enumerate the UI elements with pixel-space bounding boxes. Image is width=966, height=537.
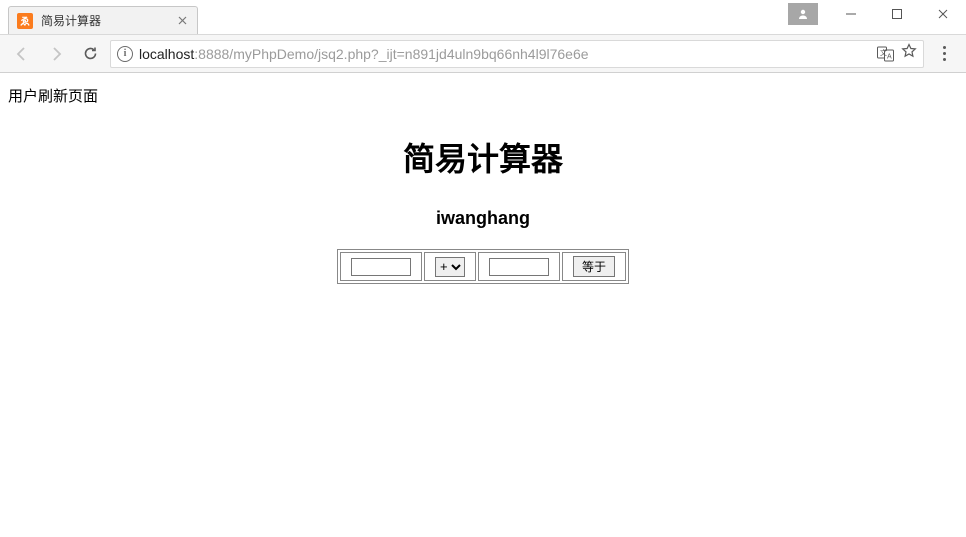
num2-cell: [478, 252, 560, 281]
maximize-icon: [891, 8, 903, 20]
equals-cell: 等于: [562, 252, 626, 281]
num2-input[interactable]: [489, 258, 549, 276]
url-text: localhost:8888/myPhpDemo/jsq2.php?_ijt=n…: [139, 46, 589, 62]
close-window-button[interactable]: [920, 0, 966, 28]
equals-button[interactable]: 等于: [573, 256, 615, 277]
calculator-table: + 等于: [337, 249, 629, 284]
calculator-form: + 等于: [8, 249, 958, 284]
svg-text:文: 文: [880, 48, 887, 57]
profile-avatar-button[interactable]: [788, 3, 818, 25]
tab-title: 简易计算器: [41, 12, 175, 29]
refresh-message: 用户刷新页面: [8, 85, 958, 106]
kebab-dot-icon: [943, 52, 946, 55]
translate-icon: 文A: [877, 46, 895, 62]
forward-button[interactable]: [42, 40, 70, 68]
browser-tab[interactable]: ゑ 简易计算器: [8, 6, 198, 34]
author-name: iwanghang: [8, 208, 958, 229]
operator-cell: +: [424, 252, 476, 281]
site-info-icon[interactable]: i: [117, 46, 133, 62]
window-controls: [788, 0, 966, 28]
table-row: + 等于: [340, 252, 626, 281]
kebab-dot-icon: [943, 46, 946, 49]
url-path: :8888/myPhpDemo/jsq2.php?_ijt=n891jd4uln…: [194, 46, 588, 62]
arrow-right-icon: [47, 45, 65, 63]
back-button[interactable]: [8, 40, 36, 68]
xampp-favicon-icon: ゑ: [17, 13, 33, 29]
reload-icon: [82, 45, 99, 62]
minimize-button[interactable]: [828, 0, 874, 28]
bookmark-button[interactable]: [901, 43, 917, 64]
reload-button[interactable]: [76, 40, 104, 68]
page-content: 用户刷新页面 简易计算器 iwanghang + 等于: [0, 73, 966, 292]
person-icon: [797, 8, 809, 20]
close-tab-button[interactable]: [175, 14, 189, 28]
close-icon: [937, 8, 949, 20]
num1-cell: [340, 252, 422, 281]
operator-select[interactable]: +: [435, 257, 465, 277]
address-bar[interactable]: i localhost:8888/myPhpDemo/jsq2.php?_ijt…: [110, 40, 924, 68]
kebab-dot-icon: [943, 58, 946, 61]
browser-menu-button[interactable]: [930, 40, 958, 68]
new-tab-button[interactable]: [206, 10, 230, 32]
maximize-button[interactable]: [874, 0, 920, 28]
num1-input[interactable]: [351, 258, 411, 276]
close-icon: [178, 16, 187, 25]
svg-text:A: A: [887, 53, 892, 60]
arrow-left-icon: [13, 45, 31, 63]
page-title: 简易计算器: [8, 134, 958, 180]
translate-button[interactable]: 文A: [877, 46, 895, 62]
minimize-icon: [845, 8, 857, 20]
url-host: localhost: [139, 46, 194, 62]
browser-chrome: ゑ 简易计算器 i localhost:8888/myPhpDemo/jsq2.…: [0, 0, 966, 73]
star-icon: [901, 43, 917, 59]
browser-toolbar: i localhost:8888/myPhpDemo/jsq2.php?_ijt…: [0, 34, 966, 72]
